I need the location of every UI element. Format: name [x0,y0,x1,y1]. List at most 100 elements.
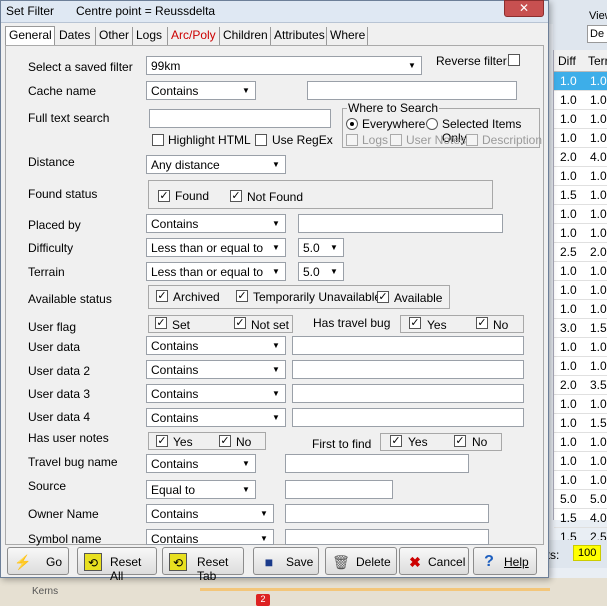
cache-grid[interactable]: Diff Terr 1.0 1.0 1.0 1.0 1.0 1.0 1.0 1.0 2.0 4.0… [553,50,607,547]
logs-checkbox[interactable] [346,134,358,146]
difficulty-value-dropdown[interactable]: 5.0 ▼ [298,238,344,257]
table-row[interactable]: 1.0 1.0 [554,224,607,243]
table-row[interactable]: 1.0 1.0 [554,91,607,110]
tab-dates[interactable]: Dates [56,27,96,45]
user-flag-not-set-checkbox[interactable]: ✓ [234,317,246,329]
tab-other[interactable]: Other [96,27,133,45]
table-row[interactable]: 1.0 1.5 [554,414,607,433]
user-data-4-operator[interactable]: Contains ▼ [146,408,286,427]
source-operator[interactable]: Equal to ▼ [146,480,256,499]
table-row[interactable]: 1.0 1.0 [554,262,607,281]
table-row[interactable]: 1.0 1.0 [554,129,607,148]
table-row[interactable]: 1.0 1.0 [554,357,607,376]
terr-cell: 4.0 [590,150,607,164]
table-row[interactable]: 1.0 1.0 [554,205,607,224]
tab-arc-poly[interactable]: Arc/Poly [168,27,220,45]
table-row[interactable]: 2.0 4.0 [554,148,607,167]
tab-children[interactable]: Children [220,27,271,45]
table-row[interactable]: 3.0 1.5 [554,319,607,338]
cache-name-input[interactable] [307,81,517,100]
cache-name-operator[interactable]: Contains ▼ [146,81,256,100]
terrain-operator[interactable]: Less than or equal to ▼ [146,262,286,281]
user-data-3-input[interactable] [292,384,524,403]
tab-logs[interactable]: Logs [133,27,168,45]
reset-all-button[interactable]: ⟲ Reset All [77,547,157,583]
travel-bug-no-checkbox[interactable]: ✓ [476,317,488,329]
diff-cell: 1.0 [560,435,577,449]
trash-icon: 🗑 [332,554,350,570]
use-regex-checkbox[interactable] [255,134,267,146]
full-text-input[interactable] [149,109,331,128]
terr-column-header[interactable]: Terr [588,54,607,68]
archived-checkbox[interactable]: ✓ [156,290,168,302]
symbol-name-input[interactable] [285,529,489,545]
user-notes-checkbox[interactable] [390,134,402,146]
table-row[interactable]: 5.0 5.0 [554,490,607,509]
reverse-filter-checkbox[interactable] [508,54,520,66]
help-button[interactable]: ? Help [473,547,537,575]
table-row[interactable]: 1.0 1.0 [554,110,607,129]
saved-filter-dropdown[interactable]: 99km ▼ [146,56,422,75]
description-checkbox[interactable] [466,134,478,146]
placed-by-input[interactable] [298,214,503,233]
difficulty-operator[interactable]: Less than or equal to ▼ [146,238,286,257]
placed-by-operator[interactable]: Contains ▼ [146,214,286,233]
highlight-html-checkbox[interactable] [152,134,164,146]
go-button[interactable]: ⚡ Go [7,547,69,575]
first-to-find-yes-checkbox[interactable]: ✓ [390,435,402,447]
delete-button[interactable]: 🗑 Delete [325,547,397,575]
reset-tab-button[interactable]: ⟲ Reset Tab [162,547,244,583]
selected-items-radio[interactable] [426,118,438,130]
map-area[interactable]: Kerns 2 [0,578,607,606]
tab-attributes[interactable]: Attributes [271,27,327,45]
table-row[interactable]: 1.0 1.0 [554,72,607,91]
table-row[interactable]: 1.5 4.0 [554,509,607,528]
user-notes-label: User Notes [406,133,467,147]
table-row[interactable]: 1.0 1.0 [554,300,607,319]
user-data-1-input[interactable] [292,336,524,355]
owner-name-input[interactable] [285,504,489,523]
user-data-4-input[interactable] [292,408,524,427]
user-data-3-operator[interactable]: Contains ▼ [146,384,286,403]
symbol-name-operator[interactable]: Contains ▼ [146,529,274,545]
terrain-value-dropdown[interactable]: 5.0 ▼ [298,262,344,281]
tab-where[interactable]: Where [327,27,368,45]
save-button[interactable]: ■ Save [253,547,319,575]
close-button[interactable]: ✕ [504,0,544,17]
user-notes-yes-checkbox[interactable]: ✓ [156,435,168,447]
table-row[interactable]: 1.0 1.0 [554,281,607,300]
temp-unavailable-checkbox[interactable]: ✓ [236,290,248,302]
user-notes-no-checkbox[interactable]: ✓ [219,435,231,447]
view-dropdown[interactable]: De [587,25,607,43]
table-row[interactable]: 2.5 2.0 [554,243,607,262]
source-input[interactable] [285,480,393,499]
table-row[interactable]: 1.0 1.0 [554,167,607,186]
owner-name-operator[interactable]: Contains ▼ [146,504,274,523]
distance-dropdown[interactable]: Any distance ▼ [146,155,286,174]
table-row[interactable]: 1.0 1.0 [554,338,607,357]
dialog-titlebar[interactable]: Set Filter Centre point = Reussdelta ✕ [1,0,548,23]
user-data-2-operator[interactable]: Contains ▼ [146,360,286,379]
tab-general[interactable]: General [5,26,55,45]
first-to-find-no-checkbox[interactable]: ✓ [454,435,466,447]
not-found-checkbox[interactable]: ✓ [230,190,242,202]
user-data-3-operator-value: Contains [151,387,199,401]
diff-column-header[interactable]: Diff [558,54,576,68]
travel-bug-yes-checkbox[interactable]: ✓ [409,317,421,329]
found-checkbox[interactable]: ✓ [158,190,170,202]
travel-bug-name-input[interactable] [285,454,469,473]
table-row[interactable]: 1.0 1.0 [554,433,607,452]
table-row[interactable]: 1.5 1.0 [554,186,607,205]
travel-bug-name-operator[interactable]: Contains ▼ [146,454,256,473]
table-row[interactable]: 1.0 1.0 [554,452,607,471]
cancel-button[interactable]: ✖ Cancel [399,547,469,575]
available-checkbox[interactable]: ✓ [377,291,389,303]
table-row[interactable]: 1.0 1.0 [554,471,607,490]
user-data-2-input[interactable] [292,360,524,379]
user-flag-set-checkbox[interactable]: ✓ [155,317,167,329]
reset-all-label: Reset All [110,555,142,583]
everywhere-radio[interactable] [346,118,358,130]
table-row[interactable]: 1.0 1.0 [554,395,607,414]
table-row[interactable]: 2.0 3.5 [554,376,607,395]
user-data-1-operator[interactable]: Contains ▼ [146,336,286,355]
